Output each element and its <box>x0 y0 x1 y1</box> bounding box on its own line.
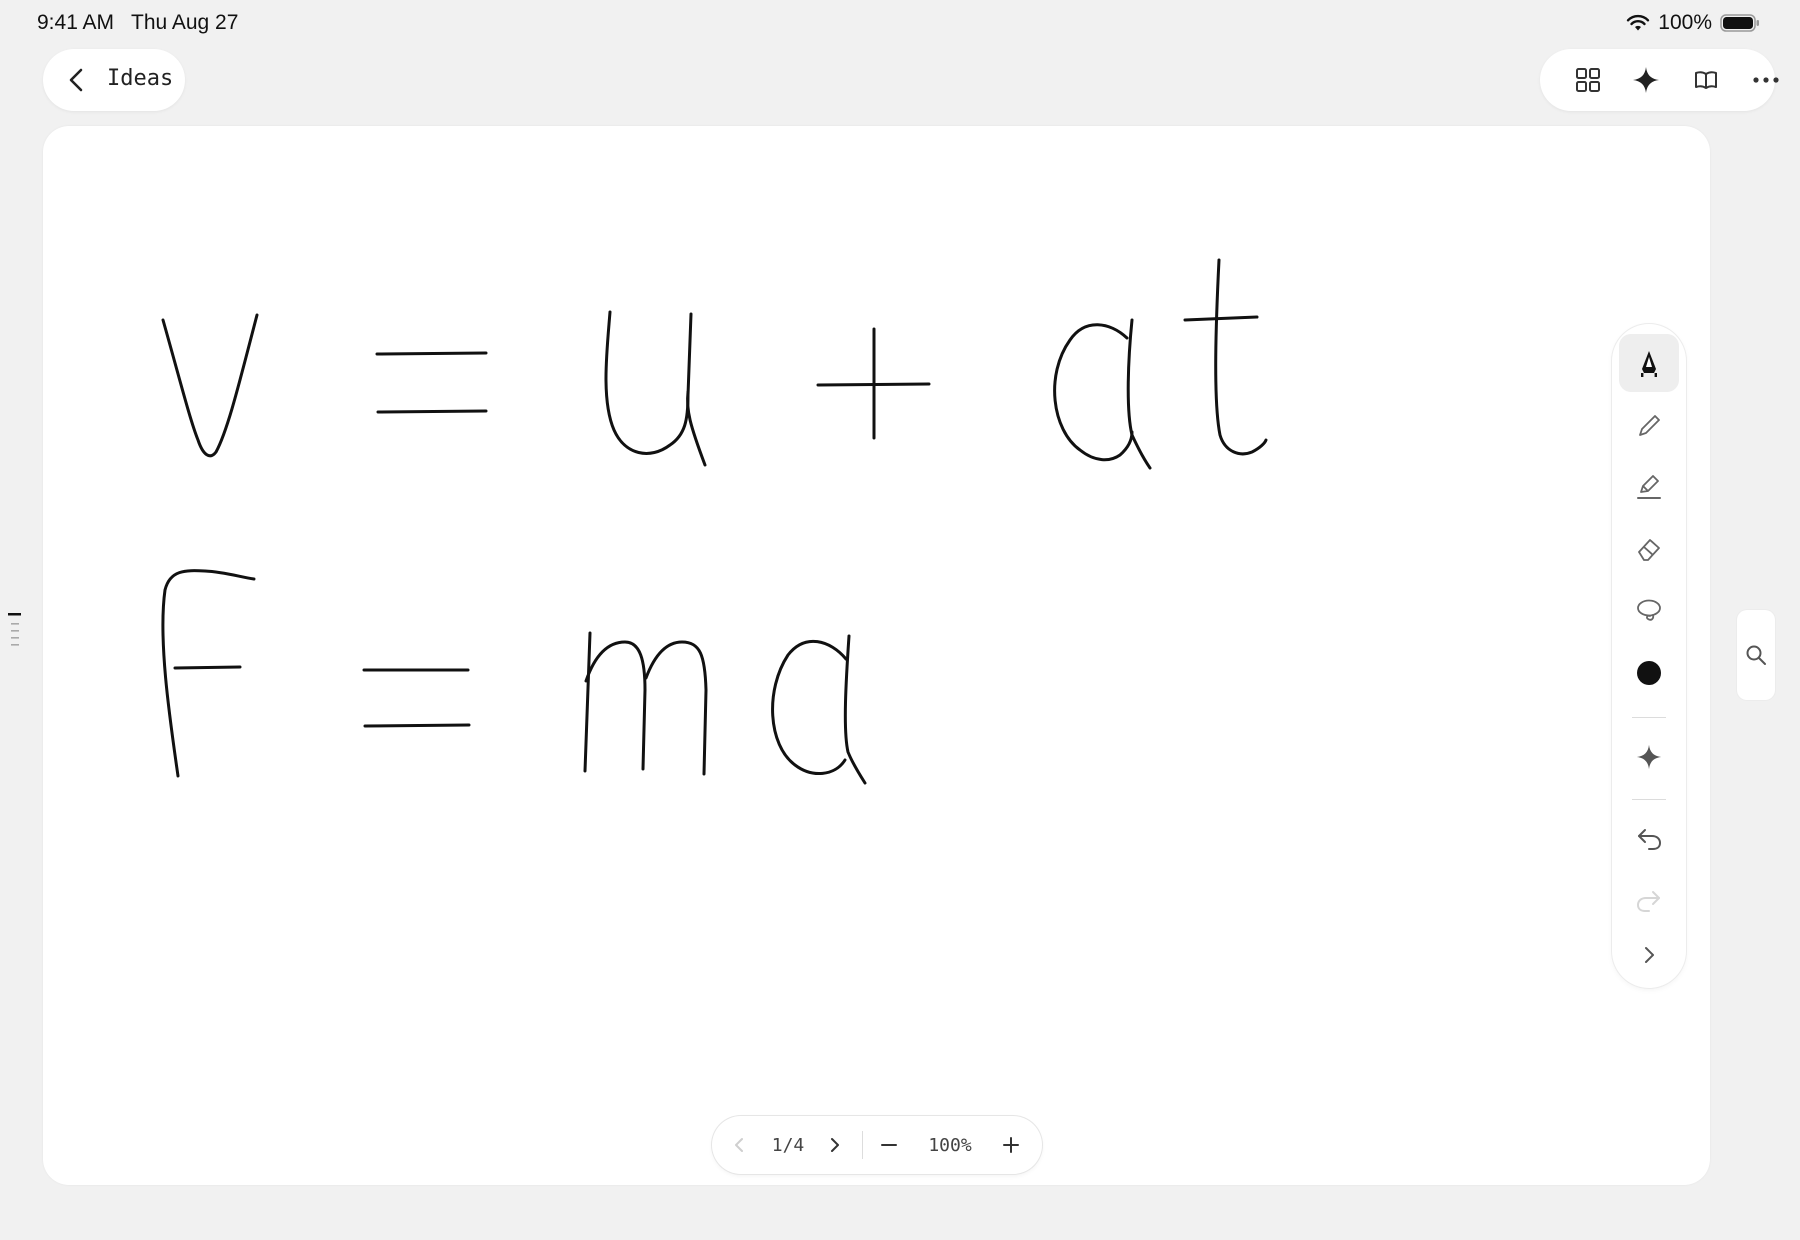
pencil-icon <box>1639 415 1660 436</box>
undo-button[interactable] <box>1619 810 1679 868</box>
ink-stroke <box>376 409 488 414</box>
book-icon <box>1695 71 1717 89</box>
minus-icon <box>881 1144 897 1146</box>
status-time: 9:41 AM <box>37 11 115 34</box>
plus-icon <box>1003 1137 1019 1153</box>
redo-icon <box>1636 891 1660 912</box>
eraser-icon <box>1638 539 1660 561</box>
tool-color[interactable] <box>1619 644 1679 702</box>
palette-divider <box>1632 717 1666 718</box>
ai-assist-button[interactable] <box>1628 62 1664 98</box>
ink-stroke <box>375 351 488 356</box>
note-canvas[interactable] <box>43 126 1710 1185</box>
handwriting-strokes <box>161 258 1268 785</box>
ink-stroke <box>161 569 256 778</box>
sparkle-icon <box>1633 67 1659 93</box>
highlighter-icon <box>1637 475 1661 499</box>
header-actions <box>1540 49 1779 111</box>
ink-stroke <box>1053 323 1134 462</box>
zoom-in-button[interactable] <box>994 1116 1028 1174</box>
grid-icon <box>1576 68 1600 92</box>
more-horizontal-icon <box>1753 77 1779 83</box>
tool-palette <box>1612 324 1686 988</box>
search-button[interactable] <box>1737 610 1775 700</box>
ink-stroke <box>1126 318 1152 470</box>
chevron-right-icon <box>831 1138 839 1152</box>
notebook-title[interactable]: Ideas <box>107 66 173 91</box>
ink-stroke <box>843 634 867 785</box>
tool-fountain-pen[interactable] <box>1619 334 1679 392</box>
fountain-pen-icon <box>1641 351 1657 377</box>
tool-highlighter[interactable] <box>1619 458 1679 516</box>
ink-stroke <box>771 639 848 775</box>
more-button[interactable] <box>1748 62 1784 98</box>
zoom-level: 100% <box>928 1134 972 1156</box>
sparkle-icon <box>1636 744 1662 770</box>
tool-eraser[interactable] <box>1619 520 1679 578</box>
ink-stroke <box>686 390 707 467</box>
ink-stroke <box>1214 258 1268 456</box>
undo-icon <box>1638 829 1662 850</box>
zoom-out-button[interactable] <box>872 1116 906 1174</box>
chevron-right-icon <box>1645 947 1654 963</box>
status-bar: 9:41 AM Thu Aug 27 100% <box>0 0 1800 46</box>
grid-view-button[interactable] <box>1570 62 1606 98</box>
page-zoom-bar: 1/4 100% <box>712 1116 1042 1174</box>
expand-palette-button[interactable] <box>1619 926 1679 984</box>
search-icon <box>1746 645 1766 665</box>
tool-lasso[interactable] <box>1619 582 1679 640</box>
page-indicator: 1/4 <box>771 1134 805 1156</box>
ink-stroke <box>604 310 693 455</box>
tool-ai-assist[interactable] <box>1619 728 1679 786</box>
redo-button[interactable] <box>1619 872 1679 930</box>
back-navigation[interactable]: Ideas <box>43 49 185 111</box>
status-date: Thu Aug 27 <box>131 11 239 34</box>
color-swatch-icon <box>1637 661 1661 685</box>
ink-stroke <box>583 631 592 773</box>
next-page-button[interactable] <box>820 1116 850 1174</box>
notes-app: 9:41 AM Thu Aug 27 100% Ideas 1/4 100% <box>0 0 1800 1240</box>
read-mode-button[interactable] <box>1688 62 1724 98</box>
battery-icon <box>1720 14 1759 32</box>
ink-stroke <box>644 640 708 776</box>
battery-percent: 100% <box>1658 11 1712 34</box>
bar-divider <box>862 1131 863 1159</box>
ink-stroke <box>1183 315 1259 322</box>
status-indicators: 100% <box>1626 11 1760 35</box>
chevron-left-icon[interactable] <box>63 65 91 100</box>
tool-pencil[interactable] <box>1619 397 1679 455</box>
palette-divider <box>1632 799 1666 800</box>
prev-page-button[interactable] <box>724 1116 754 1174</box>
ink-stroke <box>173 665 242 670</box>
wifi-icon <box>1627 14 1650 31</box>
ink-stroke <box>363 723 471 728</box>
ink-stroke <box>584 640 647 771</box>
ink-stroke <box>161 313 259 458</box>
lasso-icon <box>1637 599 1661 621</box>
chevron-left-icon <box>735 1138 743 1152</box>
sidebar-handle[interactable] <box>8 612 22 646</box>
